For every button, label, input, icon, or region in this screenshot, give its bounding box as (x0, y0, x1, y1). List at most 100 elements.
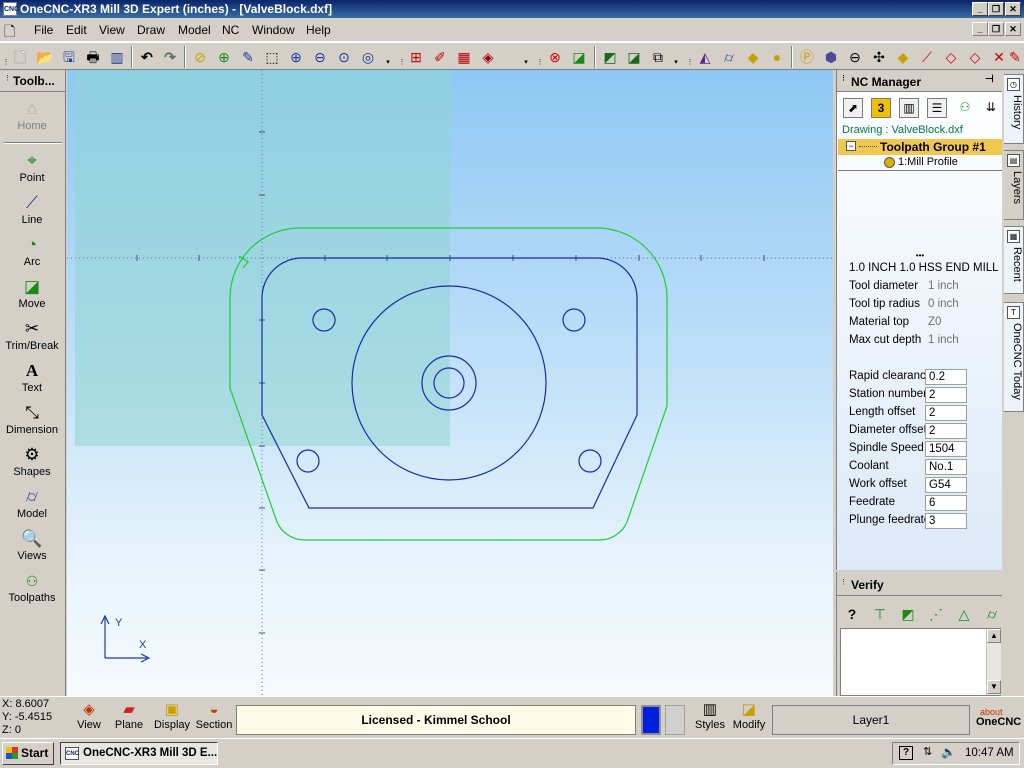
nc-list-icon[interactable]: ☰ (927, 98, 947, 118)
toolbox-model[interactable]: ⌭ Model (0, 486, 64, 528)
menu-model[interactable]: Model (178, 23, 211, 37)
add-entity-icon[interactable]: ⊞ (406, 47, 426, 67)
stop-icon[interactable]: ⊗ (545, 47, 565, 67)
verify-path-icon[interactable]: ◩ (897, 604, 919, 624)
diameter-offset-field[interactable]: 2 (925, 423, 967, 439)
solid-shape-icon[interactable]: ● (767, 47, 787, 67)
toolbox-toolpaths[interactable]: ⚇ Toolpaths (0, 570, 64, 612)
rapid-clearance-field[interactable]: 0.2 (925, 369, 967, 385)
taskbar-app-button[interactable]: CNC OneCNC-XR3 Mill 3D E... (60, 742, 218, 765)
drawing-canvas[interactable]: Y X (67, 70, 833, 696)
toolbar-grip-3[interactable]: ⋮ (536, 46, 544, 68)
mdi-close-button[interactable]: ✕ (1005, 22, 1021, 36)
select-icon[interactable]: ⬚ (262, 47, 282, 67)
verify-tool-icon[interactable]: ⊤ (869, 604, 891, 624)
scroll-down-icon[interactable]: ▼ (987, 680, 1001, 694)
verify-triangle-icon[interactable]: △ (953, 604, 975, 624)
pin-icon[interactable]: ⊣ (985, 74, 994, 85)
tab-recent[interactable]: ▦ Recent (1004, 226, 1024, 294)
section-button[interactable]: ◒ Section (194, 701, 234, 731)
length-offset-field[interactable]: 2 (925, 405, 967, 421)
collapse-icon[interactable]: − (846, 141, 856, 151)
nc-3-icon[interactable]: 3 (871, 98, 891, 118)
network-tray-icon[interactable]: ⇅ (923, 745, 932, 758)
start-button[interactable]: Start (2, 742, 54, 765)
zoom-previous-icon[interactable]: ◎ (358, 47, 378, 67)
verify-scrollbar[interactable]: ▲ ▼ (986, 629, 1001, 695)
color-swatch[interactable] (641, 705, 661, 735)
solid-cone-icon[interactable]: ◭ (695, 47, 715, 67)
styles-button[interactable]: ▥ Styles (694, 701, 726, 731)
cube-icon[interactable]: ⬢ (821, 47, 841, 67)
block-icon[interactable]: ◆ (893, 47, 913, 67)
tool-icon[interactable]: ⟋ (917, 47, 937, 67)
toolbox-move[interactable]: ◪ Move (0, 276, 64, 318)
hatch-icon[interactable]: ◩ (600, 47, 620, 67)
minimize-button[interactable]: _ (972, 2, 988, 16)
toolbox-point[interactable]: ⌖ Point (0, 150, 64, 192)
arrows-icon[interactable]: ✣ (869, 47, 889, 67)
menu-draw[interactable]: Draw (137, 23, 165, 37)
toolbar-overflow-3[interactable]: ▾ (672, 46, 680, 68)
move-icon[interactable]: ◪ (569, 47, 589, 67)
color-swatch-secondary[interactable] (665, 705, 685, 735)
brand-logo[interactable]: OneCNC (976, 716, 1021, 728)
menu-file[interactable]: File (34, 23, 53, 37)
zoom-in-icon[interactable]: ⊕ (286, 47, 306, 67)
new-file-icon[interactable]: 🗋 (10, 47, 30, 67)
tab-layers[interactable]: ▤ Layers (1004, 150, 1024, 220)
nc-export-icon[interactable]: ⬈ (843, 98, 863, 118)
coolant-field[interactable]: No.1 (925, 459, 967, 475)
toolbar-overflow-2[interactable]: ▾ (522, 46, 530, 68)
zoom-out-icon[interactable]: ⊖ (310, 47, 330, 67)
toolbar-overflow[interactable]: ▾ (384, 46, 392, 68)
display-button[interactable]: ▣ Display (152, 701, 192, 731)
grid-icon[interactable]: ▦ (454, 47, 474, 67)
toolbar-grip[interactable]: ⋮ (2, 46, 10, 68)
work-offset-field[interactable]: G54 (925, 477, 967, 493)
toolpath-group-row[interactable]: − Toolpath Group #1 (838, 139, 1003, 155)
book-icon[interactable]: ▥ (107, 47, 127, 67)
splitter[interactable]: ••• (837, 252, 1003, 260)
toolbox-arc[interactable]: ◔ Arc (0, 234, 64, 276)
volume-tray-icon[interactable]: 🔈 (941, 745, 956, 759)
layers-stack-icon[interactable]: ◈ (478, 47, 498, 67)
mdi-minimize-button[interactable]: _ (972, 22, 988, 36)
undo-icon[interactable]: ↶ (137, 47, 157, 67)
tab-onecnc-today[interactable]: T OneCNC Today (1004, 302, 1024, 412)
menu-edit[interactable]: Edit (66, 23, 87, 37)
verify-output-box[interactable]: ▲ ▼ (840, 628, 1001, 696)
redo-icon[interactable]: ↷ (160, 47, 180, 67)
spindle-speed-field[interactable]: 1504 (925, 441, 967, 457)
help-tray-icon[interactable]: ? (899, 746, 913, 760)
mdi-restore-button[interactable]: ❐ (988, 22, 1004, 36)
zoom-fit-icon[interactable]: ⊙ (334, 47, 354, 67)
operation-row[interactable]: 1:Mill Profile (838, 155, 1003, 171)
print-icon[interactable]: 🖶 (83, 47, 103, 67)
toolbox-text[interactable]: A Text (0, 360, 64, 402)
app-icon[interactable]: CNC (3, 2, 19, 16)
scroll-up-icon[interactable]: ▲ (987, 629, 1001, 643)
station-number-field[interactable]: 2 (925, 387, 967, 403)
nc-grid-icon[interactable]: ▥ (899, 98, 919, 118)
layer-selector[interactable]: Layer1 (772, 705, 970, 735)
solid-box-icon[interactable]: ◆ (743, 47, 763, 67)
trim-icon[interactable]: ◪ (624, 47, 644, 67)
modify-button[interactable]: ◪ Modify (732, 701, 766, 731)
clock[interactable]: 10:47 AM (965, 747, 1014, 759)
p-icon[interactable]: Ⓟ (797, 47, 817, 67)
toolbox-dimension[interactable]: ⤡ Dimension (0, 402, 64, 444)
toolbox-grip[interactable]: ⋮ (4, 74, 11, 82)
dish-icon[interactable]: ⊖ (845, 47, 865, 67)
verify-help-icon[interactable]: ? (841, 604, 863, 624)
restore-button[interactable]: ❐ (988, 2, 1004, 16)
pen-edit-icon[interactable]: ✐ (430, 47, 450, 67)
pencil-icon[interactable]: ✎ (238, 47, 258, 67)
pen-icon[interactable]: ✎ (1008, 47, 1022, 67)
verify-dotted-line-icon[interactable]: ⋰ (925, 604, 947, 624)
save-icon[interactable]: 🖫 (59, 47, 79, 67)
solid-cylinder-icon[interactable]: ⌭ (719, 47, 739, 67)
nc-toolpath-icon[interactable]: ⚇ (955, 98, 975, 118)
menu-view[interactable]: View (99, 23, 125, 37)
menu-nc[interactable]: NC (222, 23, 239, 37)
